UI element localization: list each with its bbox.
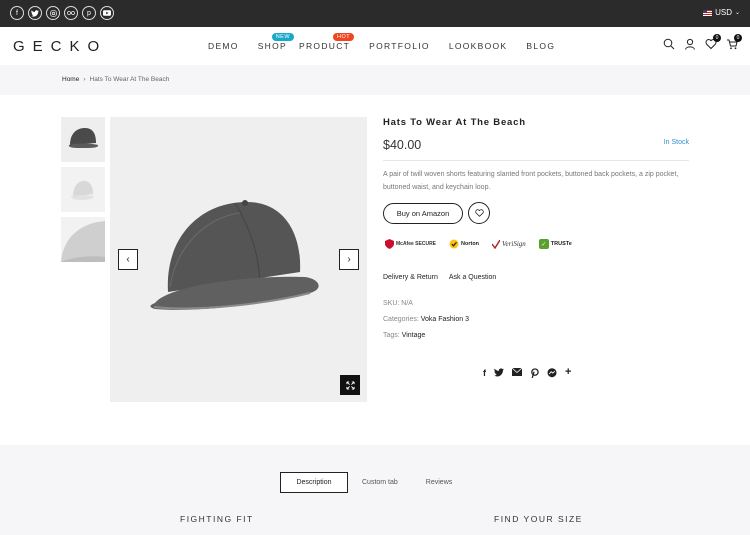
nav-demo[interactable]: DEMO bbox=[208, 41, 239, 51]
truste-badge: ✓ TRUSTe bbox=[537, 237, 574, 251]
site-logo[interactable]: GECKO bbox=[13, 38, 107, 55]
sku-label: SKU: bbox=[383, 300, 400, 307]
main-nav: DEMO SHOP NEW PRODUCT HOT PORTFOLIO LOOK… bbox=[208, 33, 574, 51]
mcafee-badge: McAfee SECURE bbox=[383, 237, 438, 251]
verisign-label: VeriSign bbox=[502, 240, 526, 248]
divider bbox=[383, 160, 689, 161]
breadcrumb: Home › Hats To Wear At The Beach bbox=[62, 76, 169, 83]
section-title-fighting-fit: FIGHTING FIT bbox=[180, 514, 254, 524]
product-price: $40.00 bbox=[383, 138, 422, 152]
thumbnail-2[interactable] bbox=[61, 167, 105, 212]
breadcrumb-bar: Home › Hats To Wear At The Beach bbox=[0, 65, 750, 95]
nav-shop[interactable]: SHOP NEW bbox=[257, 33, 295, 51]
zoom-button[interactable] bbox=[340, 375, 360, 395]
product-title: Hats To Wear At The Beach bbox=[383, 117, 526, 128]
next-image-button[interactable]: › bbox=[339, 249, 359, 270]
tab-description[interactable]: Description bbox=[280, 472, 348, 493]
pinterest-share-icon[interactable] bbox=[530, 368, 539, 380]
nav-label: LOOKBOOK bbox=[448, 41, 508, 51]
header-icons: 0 0 bbox=[663, 34, 742, 50]
new-badge: NEW bbox=[271, 33, 295, 41]
product-tabs: Description Custom tab Reviews bbox=[280, 472, 466, 493]
account-icon[interactable] bbox=[684, 37, 696, 50]
thumbnail-3[interactable] bbox=[61, 217, 105, 262]
thumbnail-list bbox=[61, 117, 105, 267]
nav-product[interactable]: PRODUCT HOT bbox=[299, 33, 355, 51]
product-main-image[interactable]: ‹ › bbox=[110, 117, 367, 402]
us-flag-icon bbox=[703, 9, 713, 16]
site-header: GECKO DEMO SHOP NEW PRODUCT HOT PORTFOLI… bbox=[0, 27, 750, 65]
buy-row: Buy on Amazon bbox=[383, 202, 689, 224]
breadcrumb-current: Hats To Wear At The Beach bbox=[89, 76, 170, 83]
wishlist-icon[interactable]: 0 bbox=[705, 34, 721, 50]
cart-icon[interactable]: 0 bbox=[726, 34, 742, 50]
categories-label: Categories: bbox=[383, 316, 419, 323]
product-meta: SKU: N/A Categories: Voka Fashion 3 Tags… bbox=[383, 296, 689, 344]
info-links: Delivery & Return Ask a Question bbox=[383, 274, 689, 281]
product-tabs-section: Description Custom tab Reviews FIGHTING … bbox=[0, 445, 750, 535]
top-bar: f p USD ⌄ bbox=[0, 0, 750, 27]
wishlist-count: 0 bbox=[713, 34, 721, 42]
hot-badge: HOT bbox=[333, 33, 355, 41]
section-title-find-size: FIND YOUR SIZE bbox=[494, 514, 583, 524]
thumbnail-1[interactable] bbox=[61, 117, 105, 162]
product-description: A pair of twill woven shorts featuring s… bbox=[383, 171, 679, 191]
currency-selector[interactable]: USD ⌄ bbox=[703, 8, 740, 17]
tab-custom[interactable]: Custom tab bbox=[348, 472, 412, 493]
nav-label: SHOP bbox=[257, 41, 287, 51]
mcafee-label: McAfee SECURE bbox=[396, 241, 437, 247]
email-share-icon[interactable] bbox=[511, 367, 523, 380]
verisign-check-icon bbox=[492, 239, 501, 249]
tag-link[interactable]: Vintage bbox=[402, 332, 426, 339]
breadcrumb-home[interactable]: Home bbox=[62, 76, 79, 83]
section-text-cutoff bbox=[74, 531, 364, 535]
nav-label: BLOG bbox=[526, 41, 556, 51]
sku-row: SKU: N/A bbox=[383, 296, 689, 312]
sku-value: N/A bbox=[401, 300, 413, 307]
truste-check-icon: ✓ bbox=[538, 239, 549, 249]
product-info: Hats To Wear At The Beach $40.00 In Stoc… bbox=[383, 117, 689, 344]
tab-reviews[interactable]: Reviews bbox=[412, 472, 466, 493]
tags-label: Tags: bbox=[383, 332, 400, 339]
categories-row: Categories: Voka Fashion 3 bbox=[383, 312, 689, 328]
share-icons: f + bbox=[483, 367, 571, 380]
add-to-wishlist-button[interactable] bbox=[468, 202, 490, 224]
truste-label: TRUSTe bbox=[550, 241, 572, 247]
nav-label: DEMO bbox=[208, 41, 239, 51]
ask-question-link[interactable]: Ask a Question bbox=[449, 274, 496, 281]
cart-count: 0 bbox=[734, 34, 742, 42]
nav-label: PRODUCT bbox=[299, 41, 351, 51]
breadcrumb-separator: › bbox=[83, 76, 86, 83]
delivery-return-link[interactable]: Delivery & Return bbox=[383, 274, 438, 281]
category-link[interactable]: Voka Fashion 3 bbox=[421, 316, 469, 323]
more-share-icon[interactable]: + bbox=[565, 367, 571, 380]
top-message bbox=[0, 14, 750, 22]
search-icon[interactable] bbox=[663, 37, 675, 50]
price-row: $40.00 In Stock bbox=[383, 136, 689, 152]
verisign-badge: VeriSign bbox=[490, 237, 528, 251]
trust-badges: McAfee SECURE Norton VeriSign ✓ TRUSTe bbox=[383, 235, 689, 253]
nav-lookbook[interactable]: LOOKBOOK bbox=[449, 41, 508, 51]
chevron-down-icon: ⌄ bbox=[734, 10, 740, 16]
tags-row: Tags: Vintage bbox=[383, 328, 689, 344]
nav-label: PORTFOLIO bbox=[369, 41, 430, 51]
mcafee-shield-icon bbox=[385, 239, 394, 249]
prev-image-button[interactable]: ‹ bbox=[118, 249, 138, 270]
norton-check-icon bbox=[449, 239, 459, 249]
norton-badge: Norton bbox=[447, 237, 481, 251]
currency-label: USD bbox=[715, 8, 732, 17]
facebook-share-icon[interactable]: f bbox=[483, 368, 486, 380]
stock-status: In Stock bbox=[663, 139, 689, 146]
buy-on-amazon-button[interactable]: Buy on Amazon bbox=[383, 202, 463, 224]
twitter-share-icon[interactable] bbox=[494, 368, 504, 380]
norton-label: Norton bbox=[461, 241, 480, 247]
nav-portfolio[interactable]: PORTFOLIO bbox=[369, 41, 430, 51]
nav-blog[interactable]: BLOG bbox=[526, 41, 555, 51]
messenger-share-icon[interactable] bbox=[547, 368, 557, 380]
